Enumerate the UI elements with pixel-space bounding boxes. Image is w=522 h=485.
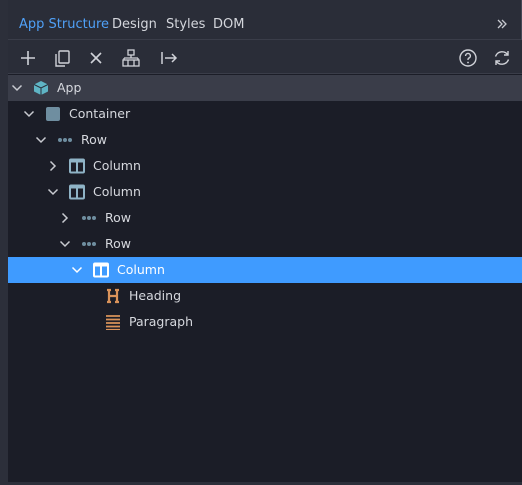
- left-edge-bar: [0, 0, 8, 485]
- copy-icon[interactable]: [51, 47, 73, 69]
- tree-item-label: Heading: [129, 288, 182, 303]
- wrap-icon[interactable]: [120, 47, 142, 69]
- close-icon[interactable]: [85, 47, 107, 69]
- plus-icon[interactable]: [17, 47, 39, 69]
- tree-item-row[interactable]: Row: [8, 127, 522, 153]
- toolbar: [8, 40, 522, 74]
- structure-panel: App Structure Design Styles DOM App Cont…: [8, 0, 522, 485]
- tree-item-label: Row: [105, 236, 131, 251]
- paragraph-icon: [105, 314, 121, 330]
- tree-item-paragraph[interactable]: Paragraph: [8, 309, 522, 335]
- chevron-down-icon[interactable]: [23, 108, 35, 120]
- chevron-down-icon[interactable]: [71, 264, 83, 276]
- tree-item-label: App: [57, 80, 82, 95]
- tree-item-app[interactable]: App: [8, 75, 522, 101]
- dots-icon: [81, 236, 97, 252]
- refresh-icon[interactable]: [491, 47, 513, 69]
- chevron-down-icon[interactable]: [59, 238, 71, 250]
- tab-dom[interactable]: DOM: [213, 17, 244, 32]
- tree-item-label: Paragraph: [129, 314, 194, 329]
- dots-icon: [57, 132, 73, 148]
- move-icon[interactable]: [158, 47, 180, 69]
- column-icon: [69, 158, 85, 174]
- column-icon: [69, 184, 85, 200]
- tree-item-label: Row: [105, 210, 131, 225]
- heading-icon: [105, 288, 121, 304]
- tab-styles[interactable]: Styles: [166, 17, 205, 32]
- tab-app-structure[interactable]: App Structure: [19, 17, 109, 32]
- column-icon: [93, 262, 109, 278]
- tree-item-container[interactable]: Container: [8, 101, 522, 127]
- chevron-down-icon[interactable]: [11, 82, 23, 94]
- tree-item-column-selected[interactable]: Column: [8, 257, 522, 283]
- tree-item-row[interactable]: Row: [8, 231, 522, 257]
- chevron-right-icon[interactable]: [47, 160, 59, 172]
- tree-item-column[interactable]: Column: [8, 153, 522, 179]
- tree-item-column[interactable]: Column: [8, 179, 522, 205]
- tree-item-label: Column: [93, 184, 141, 199]
- tree-item-heading[interactable]: Heading: [8, 283, 522, 309]
- cube-icon: [33, 80, 49, 96]
- tree-item-label: Row: [81, 132, 107, 147]
- chevron-down-icon[interactable]: [35, 134, 47, 146]
- square-icon: [45, 106, 61, 122]
- dots-icon: [81, 210, 97, 226]
- tree-item-label: Column: [117, 262, 165, 277]
- tab-design[interactable]: Design: [112, 17, 157, 32]
- tab-bar: App Structure Design Styles DOM: [8, 0, 522, 40]
- double-chevron-right-icon[interactable]: [496, 16, 508, 30]
- chevron-right-icon[interactable]: [59, 212, 71, 224]
- chevron-down-icon[interactable]: [47, 186, 59, 198]
- help-icon[interactable]: [457, 47, 479, 69]
- tree-item-label: Column: [93, 158, 141, 173]
- tree-item-label: Container: [69, 106, 131, 121]
- tree-item-row[interactable]: Row: [8, 205, 522, 231]
